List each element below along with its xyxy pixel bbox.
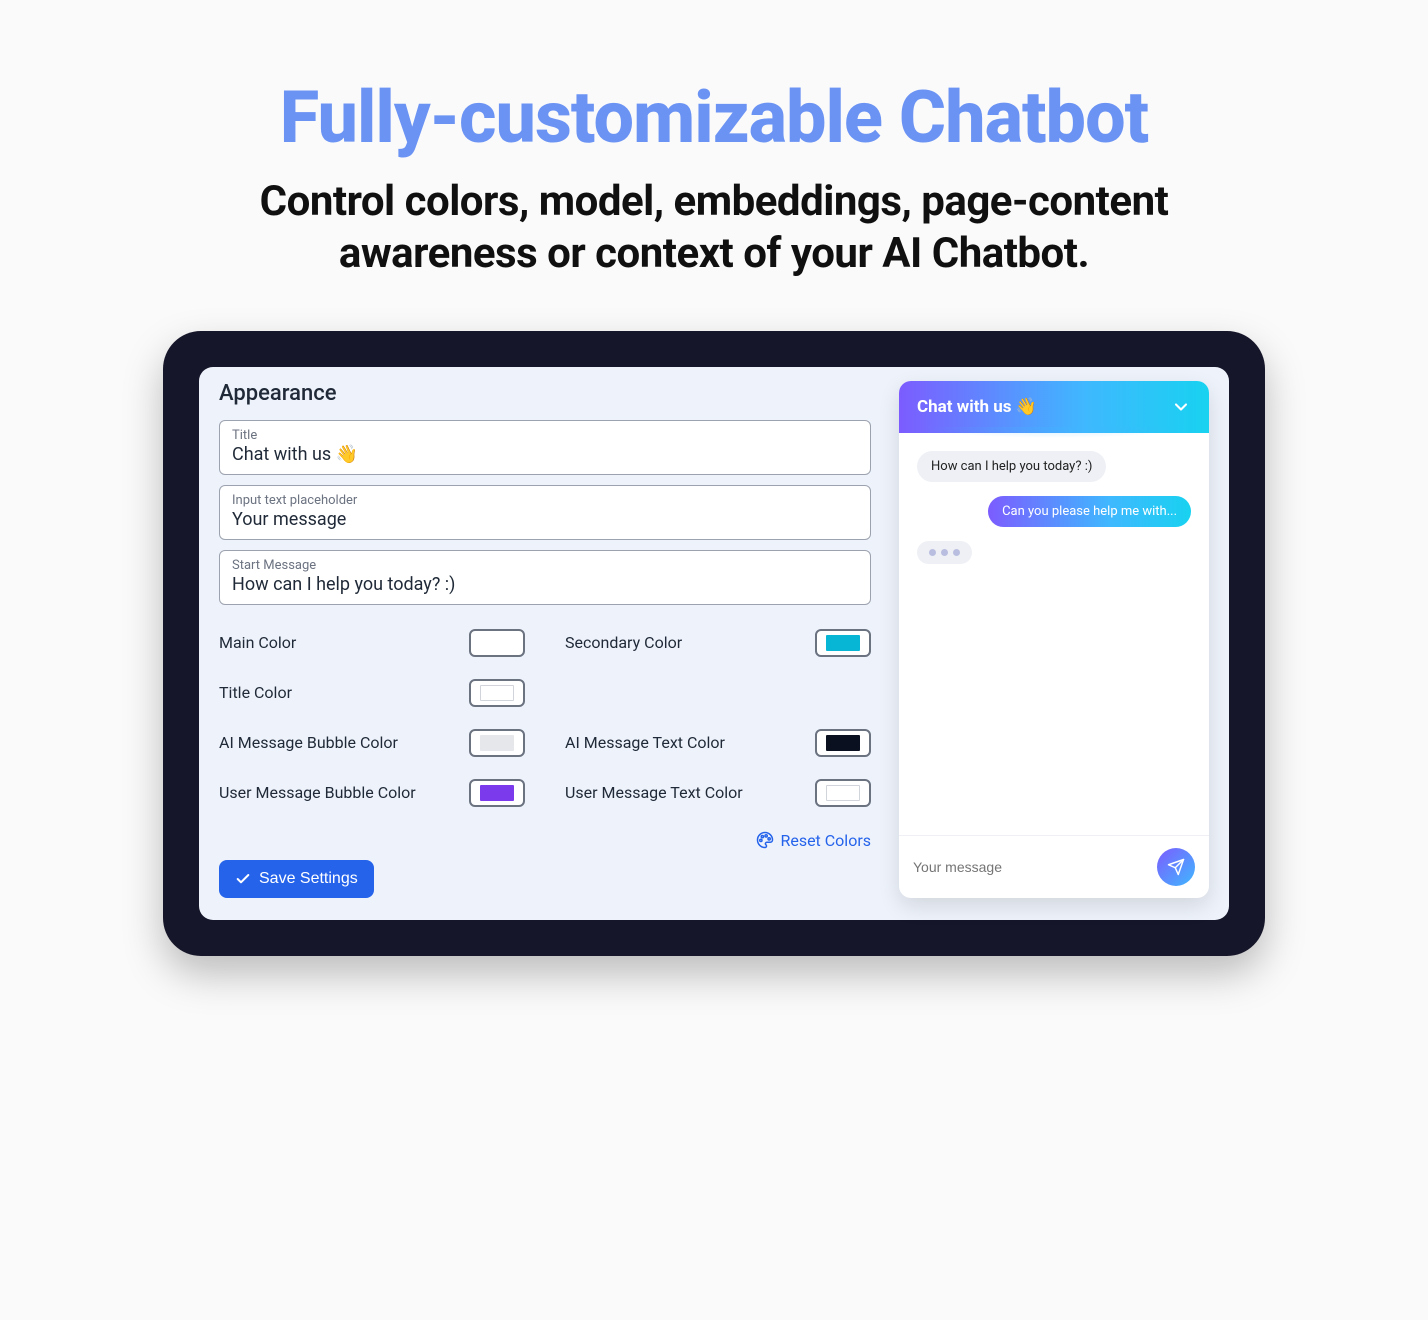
start-message-field-value: How can I help you today? :) <box>232 574 858 595</box>
placeholder-field-label: Input text placeholder <box>232 493 858 508</box>
color-grid: Main Color Secondary Color Title Color A… <box>219 629 871 807</box>
appearance-form: Appearance Title Chat with us 👋 Input te… <box>219 381 871 898</box>
secondary-color-swatch[interactable] <box>815 629 871 657</box>
secondary-color-row: Secondary Color <box>565 629 871 657</box>
main-color-label: Main Color <box>219 633 296 652</box>
swatch <box>826 635 860 651</box>
reset-colors-link[interactable]: Reset Colors <box>219 831 871 850</box>
dot-icon <box>929 549 936 556</box>
save-settings-button[interactable]: Save Settings <box>219 860 374 898</box>
dot-icon <box>941 549 948 556</box>
swatch <box>480 635 514 651</box>
chat-input-row <box>899 835 1209 898</box>
hero-title: Fully-customizable Chatbot <box>0 80 1428 156</box>
title-field[interactable]: Title Chat with us 👋 <box>219 420 871 475</box>
start-message-field[interactable]: Start Message How can I help you today? … <box>219 550 871 605</box>
palette-icon <box>756 831 774 849</box>
user-bubble-color-row: User Message Bubble Color <box>219 779 525 807</box>
title-color-swatch[interactable] <box>469 679 525 707</box>
user-bubble-color-label: User Message Bubble Color <box>219 783 416 802</box>
send-icon <box>1167 858 1185 876</box>
chat-preview: Chat with us 👋 How can I help you today?… <box>899 381 1209 898</box>
placeholder-field[interactable]: Input text placeholder Your message <box>219 485 871 540</box>
title-field-label: Title <box>232 428 858 443</box>
check-icon <box>235 871 251 887</box>
main-color-row: Main Color <box>219 629 525 657</box>
settings-panel: Appearance Title Chat with us 👋 Input te… <box>199 367 1229 920</box>
ai-message-bubble: How can I help you today? :) <box>917 451 1106 482</box>
swatch <box>826 735 860 751</box>
ai-text-color-row: AI Message Text Color <box>565 729 871 757</box>
reset-colors-label: Reset Colors <box>780 831 871 850</box>
chat-body: How can I help you today? :) Can you ple… <box>899 433 1209 835</box>
user-bubble-color-swatch[interactable] <box>469 779 525 807</box>
device-frame: Appearance Title Chat with us 👋 Input te… <box>163 331 1265 956</box>
user-text-color-label: User Message Text Color <box>565 783 743 802</box>
ai-bubble-color-label: AI Message Bubble Color <box>219 733 398 752</box>
ai-bubble-color-row: AI Message Bubble Color <box>219 729 525 757</box>
swatch <box>480 735 514 751</box>
send-button[interactable] <box>1157 848 1195 886</box>
main-color-swatch[interactable] <box>469 629 525 657</box>
chat-header: Chat with us 👋 <box>899 381 1209 433</box>
hero-subtitle: Control colors, model, embeddings, page-… <box>164 176 1264 281</box>
swatch <box>480 685 514 701</box>
ai-bubble-color-swatch[interactable] <box>469 729 525 757</box>
user-text-color-row: User Message Text Color <box>565 779 871 807</box>
section-title: Appearance <box>219 381 871 406</box>
save-settings-label: Save Settings <box>259 870 358 888</box>
chevron-down-icon[interactable] <box>1171 397 1191 417</box>
user-text-color-swatch[interactable] <box>815 779 871 807</box>
start-message-field-label: Start Message <box>232 558 858 573</box>
title-color-label: Title Color <box>219 683 292 702</box>
swatch <box>480 785 514 801</box>
dot-icon <box>953 549 960 556</box>
user-message-bubble: Can you please help me with... <box>988 496 1191 527</box>
secondary-color-label: Secondary Color <box>565 633 682 652</box>
typing-indicator <box>917 541 972 564</box>
chat-message-input[interactable] <box>913 859 1147 875</box>
title-color-row: Title Color <box>219 679 525 707</box>
ai-text-color-swatch[interactable] <box>815 729 871 757</box>
placeholder-field-value: Your message <box>232 509 858 530</box>
swatch <box>826 785 860 801</box>
ai-text-color-label: AI Message Text Color <box>565 733 725 752</box>
title-field-value: Chat with us 👋 <box>232 444 858 465</box>
chat-header-title: Chat with us 👋 <box>917 397 1037 417</box>
